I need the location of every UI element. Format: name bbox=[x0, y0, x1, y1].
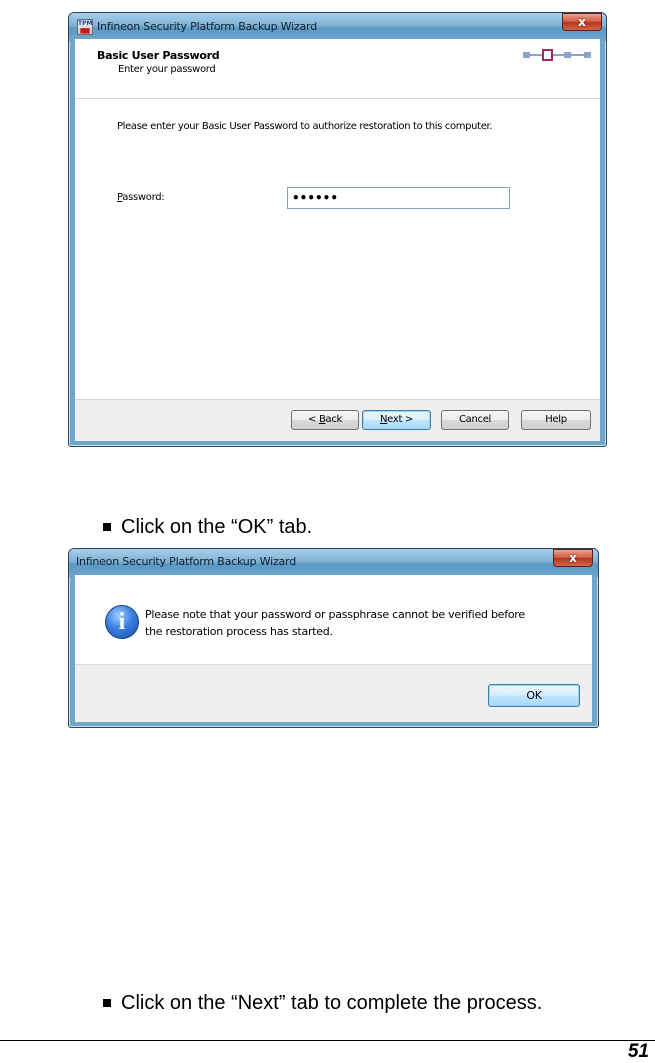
next-button[interactable]: Next > bbox=[362, 410, 431, 430]
password-label: Password: bbox=[117, 192, 165, 203]
information-icon-glyph: i bbox=[118, 609, 126, 635]
wizard-button-bar: < Back Next > Cancel Help bbox=[75, 399, 600, 441]
close-icon: x bbox=[569, 551, 577, 565]
close-icon: x bbox=[578, 15, 586, 29]
wizard-header-subtitle: Enter your password bbox=[118, 64, 216, 75]
step-indicator-line bbox=[527, 54, 587, 56]
information-icon: i bbox=[105, 605, 139, 639]
wizard-title: Infineon Security Platform Backup Wizard bbox=[97, 20, 317, 33]
message-line-1: Please note that your password or passph… bbox=[145, 608, 525, 621]
bullet-text-next: Click on the “Next” tab to complete the … bbox=[121, 992, 543, 1014]
step-3 bbox=[564, 52, 571, 58]
wizard-header-title: Basic User Password bbox=[97, 49, 220, 62]
tpm-chip-icon: TPM ▆▆ bbox=[77, 19, 93, 35]
password-field[interactable]: •••••• bbox=[287, 187, 510, 209]
backup-wizard-window: TPM ▆▆ Infineon Security Platform Backup … bbox=[68, 12, 607, 447]
wizard-close-button[interactable]: x bbox=[562, 13, 602, 31]
message-line-2: the restoration process has started. bbox=[145, 625, 333, 638]
help-button[interactable]: Help bbox=[521, 410, 591, 430]
wizard-instruction: Please enter your Basic User Password to… bbox=[117, 121, 493, 132]
back-button[interactable]: < Back bbox=[291, 410, 359, 430]
step-2-current bbox=[542, 49, 553, 61]
step-indicator bbox=[523, 49, 591, 61]
step-1 bbox=[523, 52, 530, 58]
message-text: Please note that your password or passph… bbox=[145, 606, 525, 640]
step-4 bbox=[584, 52, 591, 58]
bullet-square-icon bbox=[103, 523, 111, 531]
message-title: Infineon Security Platform Backup Wizard bbox=[76, 555, 296, 568]
message-client-area: i Please note that your password or pass… bbox=[75, 575, 592, 722]
back-button-prefix: < bbox=[307, 414, 319, 425]
bullet-square-icon bbox=[103, 999, 111, 1007]
page-number: 51 bbox=[627, 1041, 649, 1062]
ok-button[interactable]: OK bbox=[488, 684, 580, 707]
page-footer-rule bbox=[0, 1040, 655, 1041]
bullet-text-ok: Click on the “OK” tab. bbox=[121, 516, 313, 538]
message-button-bar: OK bbox=[75, 664, 592, 722]
password-label-text: assword: bbox=[122, 192, 165, 203]
notice-message-box: Infineon Security Platform Backup Wizard… bbox=[68, 548, 599, 728]
next-button-label: ext > bbox=[387, 414, 414, 425]
instruction-bullet-next: Click on the “Next” tab to complete the … bbox=[103, 992, 623, 1018]
wizard-client-area: Basic User Password Enter your password … bbox=[75, 39, 600, 441]
back-button-label: ack bbox=[325, 414, 343, 425]
wizard-header: Basic User Password Enter your password bbox=[75, 39, 600, 99]
message-close-button[interactable]: x bbox=[553, 549, 593, 567]
cancel-button[interactable]: Cancel bbox=[441, 410, 509, 430]
instruction-bullet-ok: Click on the “OK” tab. bbox=[103, 516, 423, 542]
